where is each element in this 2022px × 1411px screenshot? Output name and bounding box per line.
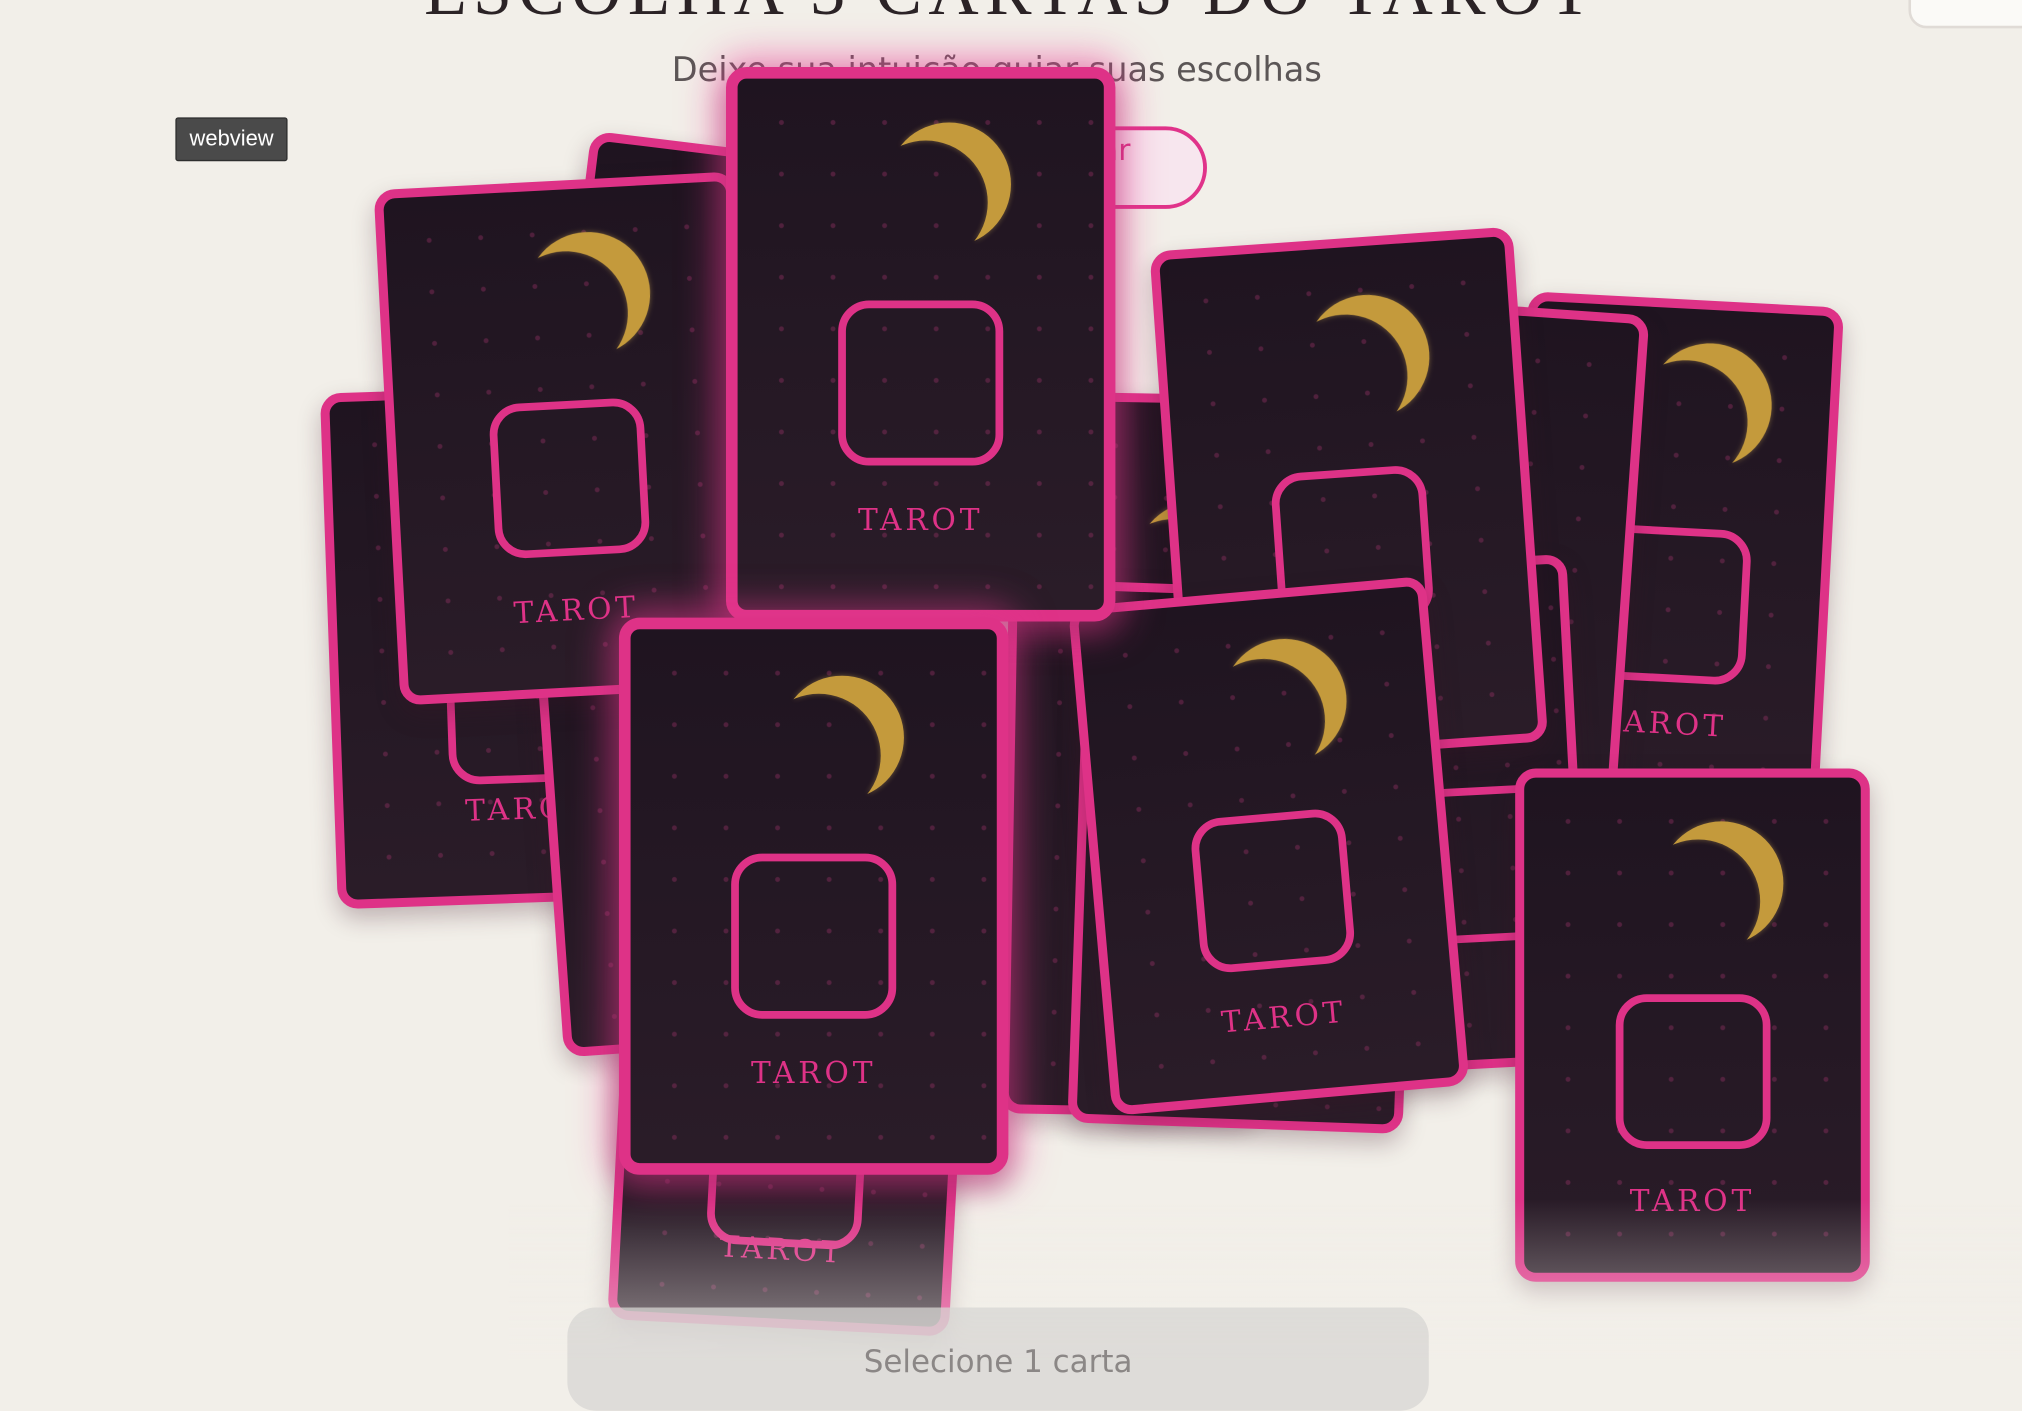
card-label: TAROT [1629, 1185, 1756, 1219]
crescent-moon-icon [1280, 310, 1412, 442]
crescent-moon-icon [757, 694, 881, 818]
selection-status-button[interactable]: Selecione 1 carta [567, 1307, 1429, 1411]
card-label: TAROT [718, 1230, 846, 1271]
card-frame [1615, 994, 1770, 1149]
card-frame [731, 853, 897, 1019]
tarot-card[interactable]: TAROT [1068, 575, 1470, 1116]
selected-tarot-card[interactable]: TAROT [618, 617, 1009, 1175]
card-frame [838, 300, 1004, 466]
card-frame [488, 397, 651, 560]
crescent-moon-icon [1636, 839, 1760, 963]
webview-tooltip: webview [175, 117, 288, 162]
card-frame [1188, 807, 1357, 975]
tarot-deck: TAROT TAROT TAROT TAROT TAROT TAROT TARO… [0, 0, 2022, 1360]
card-label: TAROT [750, 1057, 877, 1091]
card-label: TAROT [1220, 995, 1348, 1041]
crescent-moon-icon [1196, 654, 1330, 788]
tarot-card[interactable]: TAROT [1515, 768, 1870, 1282]
card-label: TAROT [858, 504, 984, 538]
crescent-moon-icon [864, 141, 988, 265]
crescent-moon-icon [501, 248, 631, 378]
selected-tarot-card[interactable]: TAROT [725, 67, 1116, 622]
